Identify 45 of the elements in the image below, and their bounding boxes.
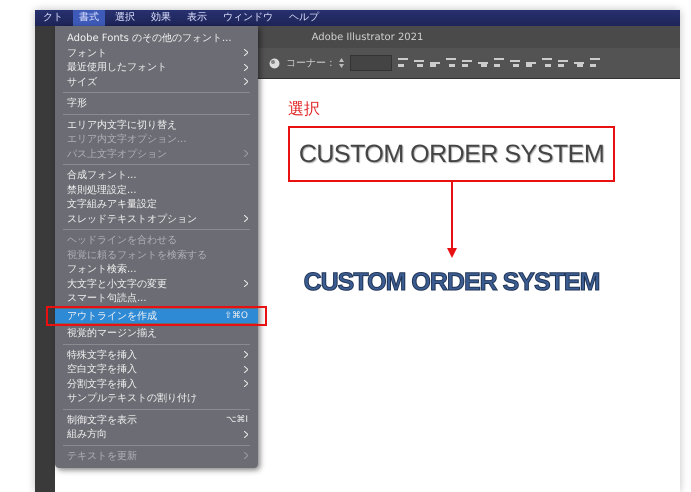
corner-field[interactable] xyxy=(350,55,392,71)
globe-icon[interactable] xyxy=(269,58,280,68)
menu-bar-item[interactable]: ヘルプ xyxy=(283,10,325,26)
annotation-label: 選択 xyxy=(288,99,321,120)
menu-item[interactable]: 字形 xyxy=(55,96,258,110)
align-icon[interactable] xyxy=(590,58,600,68)
menu-item[interactable]: 空白文字を挿入 xyxy=(55,362,258,376)
menu-item[interactable]: 組み方向 xyxy=(55,427,258,442)
menu-item[interactable]: 大文字と小文字の変更 xyxy=(55,276,258,291)
menu-bar-item[interactable]: 効果 xyxy=(145,10,177,26)
align-icon[interactable] xyxy=(542,58,552,68)
menu-bar-item[interactable]: クト xyxy=(37,10,69,26)
menu-item[interactable]: 文字組みアキ量設定 xyxy=(55,197,258,212)
menu-item[interactable]: 禁則処理設定... xyxy=(55,182,258,197)
align-icon[interactable] xyxy=(510,58,520,68)
menu-bar-item[interactable]: ウィンドウ xyxy=(217,10,279,26)
window-title: Adobe Illustrator 2021 xyxy=(312,32,424,42)
sample-text: CUSTOM ORDER SYSTEM xyxy=(298,140,604,168)
menu-item[interactable]: Adobe Fonts のその他のフォント... xyxy=(55,31,258,46)
align-icon[interactable] xyxy=(414,58,424,68)
menu-bar-item[interactable]: 書式 xyxy=(73,10,105,26)
align-icon[interactable] xyxy=(398,58,408,68)
align-icon[interactable] xyxy=(558,58,568,68)
align-icon[interactable] xyxy=(494,58,504,68)
menu-bar-item[interactable]: 選択 xyxy=(109,10,141,26)
menu-item[interactable]: サンプルテキストの割り付け xyxy=(55,391,258,406)
menu-item[interactable]: フォント xyxy=(55,46,258,60)
stepper-icon[interactable] xyxy=(338,58,344,68)
menu-item[interactable]: アウトラインを作成 ⇧⌘O xyxy=(55,308,258,323)
menu-item[interactable]: フォント検索... xyxy=(55,262,258,276)
menu-item[interactable]: 合成フォント... xyxy=(55,168,258,182)
menu-item[interactable]: スマート句読点... xyxy=(55,291,258,306)
menu-item[interactable]: スレッドテキストオプション xyxy=(55,212,258,226)
menu-item[interactable]: サイズ xyxy=(55,74,258,89)
menu-item[interactable]: 特殊文字を挿入 xyxy=(55,348,258,362)
menu-item[interactable]: 視覚的マージン揃え xyxy=(55,326,258,340)
menu-item[interactable]: エリア内文字に切り替え xyxy=(55,118,258,132)
menu-bar-item[interactable]: 表示 xyxy=(181,10,213,26)
align-icon[interactable] xyxy=(462,58,472,68)
menu-item[interactable]: 制御文字を表示 ⌥⌘I xyxy=(55,412,258,427)
align-icon[interactable] xyxy=(446,58,456,68)
corner-label: コーナー : xyxy=(286,57,333,70)
menu-item[interactable]: 分割文字を挿入 xyxy=(55,376,258,391)
menu-item[interactable]: 最近使用したフォント xyxy=(55,60,258,74)
outlined-text: CUSTOM ORDER SYSTEM xyxy=(304,268,600,297)
